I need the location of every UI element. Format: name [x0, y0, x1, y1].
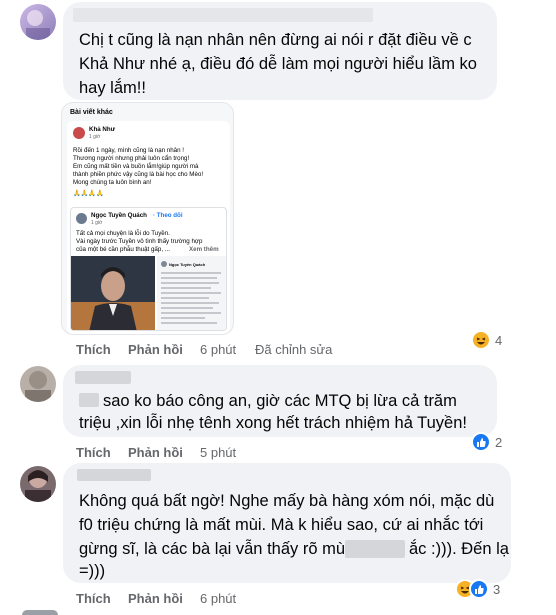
comment-text-line: triệu ,xin lỗi nhẹ tênh xong hết trách n… [79, 414, 467, 432]
reaction-summary[interactable]: 4 [471, 329, 502, 351]
reaction-summary[interactable]: 2 [471, 431, 502, 453]
redacted-author-name [77, 469, 151, 481]
shared-line: của một bé cần phẫu thuật gấp, ... [76, 246, 170, 253]
post-line: Em cũng mất tiền và buồn lắm!giúp người … [73, 163, 199, 170]
post-line: Thương người nhưng phải luôn cẩn trọng! [73, 155, 190, 162]
comment-time[interactable]: 5 phút [200, 444, 236, 462]
reaction-count: 4 [495, 332, 503, 348]
post-line: thành phiền phức vậy cũng là bài học cho… [73, 171, 204, 178]
avatar[interactable] [20, 366, 56, 402]
like-icon [469, 579, 489, 599]
comment-time[interactable]: 6 phút [200, 590, 236, 608]
shared-line: Tất cả mọi chuyện là lỗi do Tuyền. [76, 230, 170, 237]
shared-line: Vài ngày trước Tuyền vô tình thấy trường… [76, 238, 203, 245]
shared-post-frame: Ngọc Tuyền Quách · Theo dõi 1 giờ Tất cả… [70, 207, 227, 331]
post-line: Rồi đến 1 ngày, mình cũng là nạn nhân ! [73, 147, 184, 154]
comment-text-line: gừng sĩ, là các bà lại vẫn thấy rõ mùi [79, 540, 349, 558]
shared-author-avatar [76, 213, 87, 224]
like-icon [471, 432, 491, 452]
reply-button[interactable]: Phản hồi [128, 341, 183, 359]
comment-text-line: =))) [79, 562, 106, 580]
comment-text-line: sao ko báo công an, giờ các MTQ bị lừa c… [103, 392, 457, 410]
see-more-link: Xem thêm [189, 246, 219, 253]
redacted-author-name [75, 371, 131, 384]
thumb-author: Ngọc Tuyền Quách [169, 262, 206, 267]
like-button[interactable]: Thích [76, 444, 111, 462]
prayer-emoji: 🙏🙏🙏🙏 [73, 190, 104, 197]
avatar[interactable] [20, 4, 56, 40]
shared-post-preview: Khả Như 1 giờ Rồi đến 1 ngày, mình cũng … [67, 121, 230, 334]
comment-text-line: Khả Như nhé ạ, điều đó dễ làm mọi người … [79, 55, 477, 73]
avatar[interactable] [20, 466, 56, 502]
like-button[interactable]: Thích [76, 341, 111, 359]
comment-time[interactable]: 6 phút [200, 341, 236, 359]
haha-icon [471, 330, 491, 350]
comment-text-line: f0 triệu chứng là mất mùi. Mà k hiểu sao… [79, 516, 484, 534]
avatar[interactable] [22, 610, 58, 615]
comment-bubble: Chị t cũng là nạn nhân nên đừng ai nói r… [63, 2, 497, 100]
attached-image[interactable]: Bài viết khác Khả Như 1 giờ Rồi đến 1 ng… [61, 102, 234, 335]
redacted-word [345, 540, 405, 558]
redacted-mention [79, 393, 99, 407]
shared-screenshot: Ngọc Tuyền Quách [157, 256, 226, 330]
post-time: 1 giờ [89, 134, 101, 140]
reply-button[interactable]: Phản hồi [128, 444, 183, 462]
reaction-summary[interactable]: 3 [455, 578, 500, 600]
reaction-count: 3 [493, 581, 501, 597]
reply-button[interactable]: Phản hồi [128, 590, 183, 608]
post-line: Mong chúng ta luôn bình an! [73, 179, 152, 186]
comment-text-line: hay lắm!! [79, 79, 146, 97]
comment-text-line: Chị t cũng là nạn nhân nên đừng ai nói r… [79, 31, 472, 49]
comment-text-line: ắc :))). Đến lạ [409, 540, 509, 558]
comment-bubble: sao ko báo công an, giờ các MTQ bị lừa c… [63, 365, 497, 437]
attachment-header: Bài viết khác [70, 109, 113, 116]
shared-time: 1 giờ [91, 220, 103, 226]
comment-text-line: Không quá bất ngờ! Nghe mấy bà hàng xóm … [79, 492, 495, 510]
edited-label[interactable]: Đã chỉnh sửa [255, 341, 332, 359]
author-avatar [73, 127, 85, 139]
shared-photo [71, 256, 155, 330]
comment-bubble: Không quá bất ngờ! Nghe mấy bà hàng xóm … [63, 463, 511, 583]
reaction-count: 2 [495, 434, 503, 450]
follow-link: · Theo dõi [153, 212, 183, 219]
redacted-author-name [73, 8, 373, 22]
like-button[interactable]: Thích [76, 590, 111, 608]
